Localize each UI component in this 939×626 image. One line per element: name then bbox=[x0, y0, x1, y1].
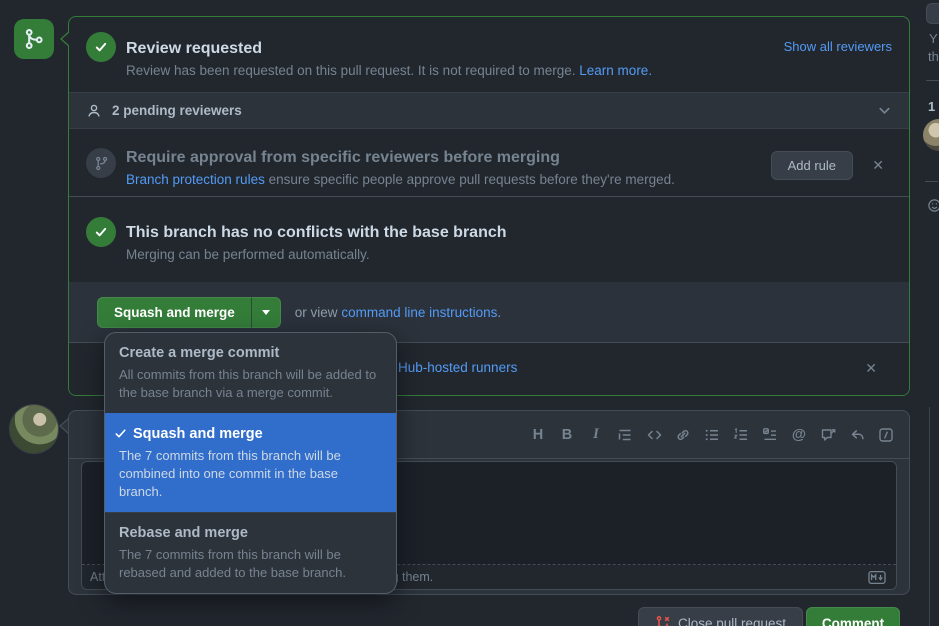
code-icon[interactable] bbox=[645, 426, 663, 444]
pending-reviewers-row[interactable]: 2 pending reviewers bbox=[69, 93, 909, 129]
no-conflicts-section: This branch has no conflicts with the ba… bbox=[69, 197, 909, 282]
branch-protection-rules-link[interactable]: Branch protection rules bbox=[126, 172, 265, 187]
list-unordered-icon[interactable] bbox=[703, 426, 721, 444]
close-pull-request-button[interactable]: Close pull request bbox=[638, 607, 803, 626]
review-requested-section: Review requested Review has been request… bbox=[69, 17, 909, 93]
merge-button-group: Squash and merge bbox=[97, 297, 281, 328]
review-requested-title: Review requested bbox=[126, 39, 893, 59]
link-icon[interactable] bbox=[674, 426, 692, 444]
check-circle-icon bbox=[86, 217, 116, 247]
clipped-text-fragment: Y bbox=[929, 31, 938, 46]
close-pull-request-label: Close pull request bbox=[678, 616, 786, 626]
clipped-count-fragment: 1 bbox=[928, 99, 935, 114]
merge-method-dropdown: Create a merge commit All commits from t… bbox=[104, 332, 397, 594]
selected-check-icon bbox=[114, 427, 127, 440]
markdown-supported-icon bbox=[868, 571, 886, 584]
add-rule-button[interactable]: Add rule bbox=[771, 151, 853, 180]
divider bbox=[926, 80, 939, 81]
learn-more-link[interactable]: Learn more. bbox=[579, 63, 652, 78]
reply-icon[interactable] bbox=[848, 426, 866, 444]
comment-box-caret bbox=[59, 418, 68, 434]
dismiss-runners-notice-icon[interactable]: ✕ bbox=[865, 361, 877, 375]
pull-request-closed-icon bbox=[655, 615, 671, 626]
heading-icon[interactable]: H bbox=[529, 426, 547, 444]
slash-commands-icon[interactable] bbox=[877, 426, 895, 444]
menu-item-rebase-and-merge[interactable]: Rebase and merge The 7 commits from this… bbox=[105, 512, 396, 593]
cross-reference-icon[interactable] bbox=[819, 426, 837, 444]
menu-item-create-merge-commit[interactable]: Create a merge commit All commits from t… bbox=[105, 333, 396, 413]
person-icon bbox=[86, 103, 102, 119]
clipped-button-fragment[interactable] bbox=[926, 3, 939, 24]
tasklist-icon[interactable] bbox=[761, 426, 779, 444]
bold-icon[interactable]: B bbox=[558, 426, 576, 444]
list-ordered-icon[interactable] bbox=[732, 426, 750, 444]
dropdown-caret-icon bbox=[262, 310, 270, 315]
squash-and-merge-button[interactable]: Squash and merge bbox=[97, 297, 251, 328]
git-merge-icon bbox=[14, 19, 54, 59]
git-branch-icon bbox=[86, 148, 116, 178]
comment-button[interactable]: Comment bbox=[806, 607, 900, 626]
clipped-text-fragment: th bbox=[928, 49, 939, 64]
no-conflicts-title: This branch has no conflicts with the ba… bbox=[126, 223, 893, 243]
show-all-reviewers-link[interactable]: Show all reviewers bbox=[784, 39, 892, 54]
pull-request-merge-panel: Review requested Review has been request… bbox=[0, 0, 939, 626]
chevron-down-icon bbox=[877, 103, 892, 118]
hosted-runners-link[interactable]: Hub-hosted runners bbox=[398, 360, 517, 375]
avatar[interactable] bbox=[923, 119, 939, 151]
divider-vertical bbox=[929, 407, 930, 626]
dismiss-branch-protection-icon[interactable]: ✕ bbox=[872, 158, 884, 172]
mention-icon[interactable]: @ bbox=[790, 426, 808, 444]
command-line-instructions-link[interactable]: command line instructions bbox=[341, 305, 497, 320]
no-conflicts-description: Merging can be performed automatically. bbox=[126, 245, 893, 265]
quote-icon[interactable] bbox=[616, 426, 634, 444]
user-avatar[interactable] bbox=[10, 405, 58, 453]
merge-box-caret bbox=[60, 31, 69, 47]
italic-icon[interactable]: I bbox=[587, 426, 605, 444]
clipped-emoji-icon[interactable] bbox=[927, 198, 939, 213]
check-circle-icon bbox=[86, 32, 116, 62]
menu-item-squash-and-merge[interactable]: Squash and merge The 7 commits from this… bbox=[105, 413, 396, 512]
divider bbox=[925, 181, 938, 182]
merge-options-dropdown-button[interactable] bbox=[251, 297, 281, 328]
cli-instructions-text: or view command line instructions. bbox=[295, 305, 501, 320]
pending-reviewers-label: 2 pending reviewers bbox=[112, 103, 242, 118]
review-requested-description: Review has been requested on this pull r… bbox=[126, 61, 893, 81]
branch-protection-section: Require approval from specific reviewers… bbox=[69, 129, 909, 197]
